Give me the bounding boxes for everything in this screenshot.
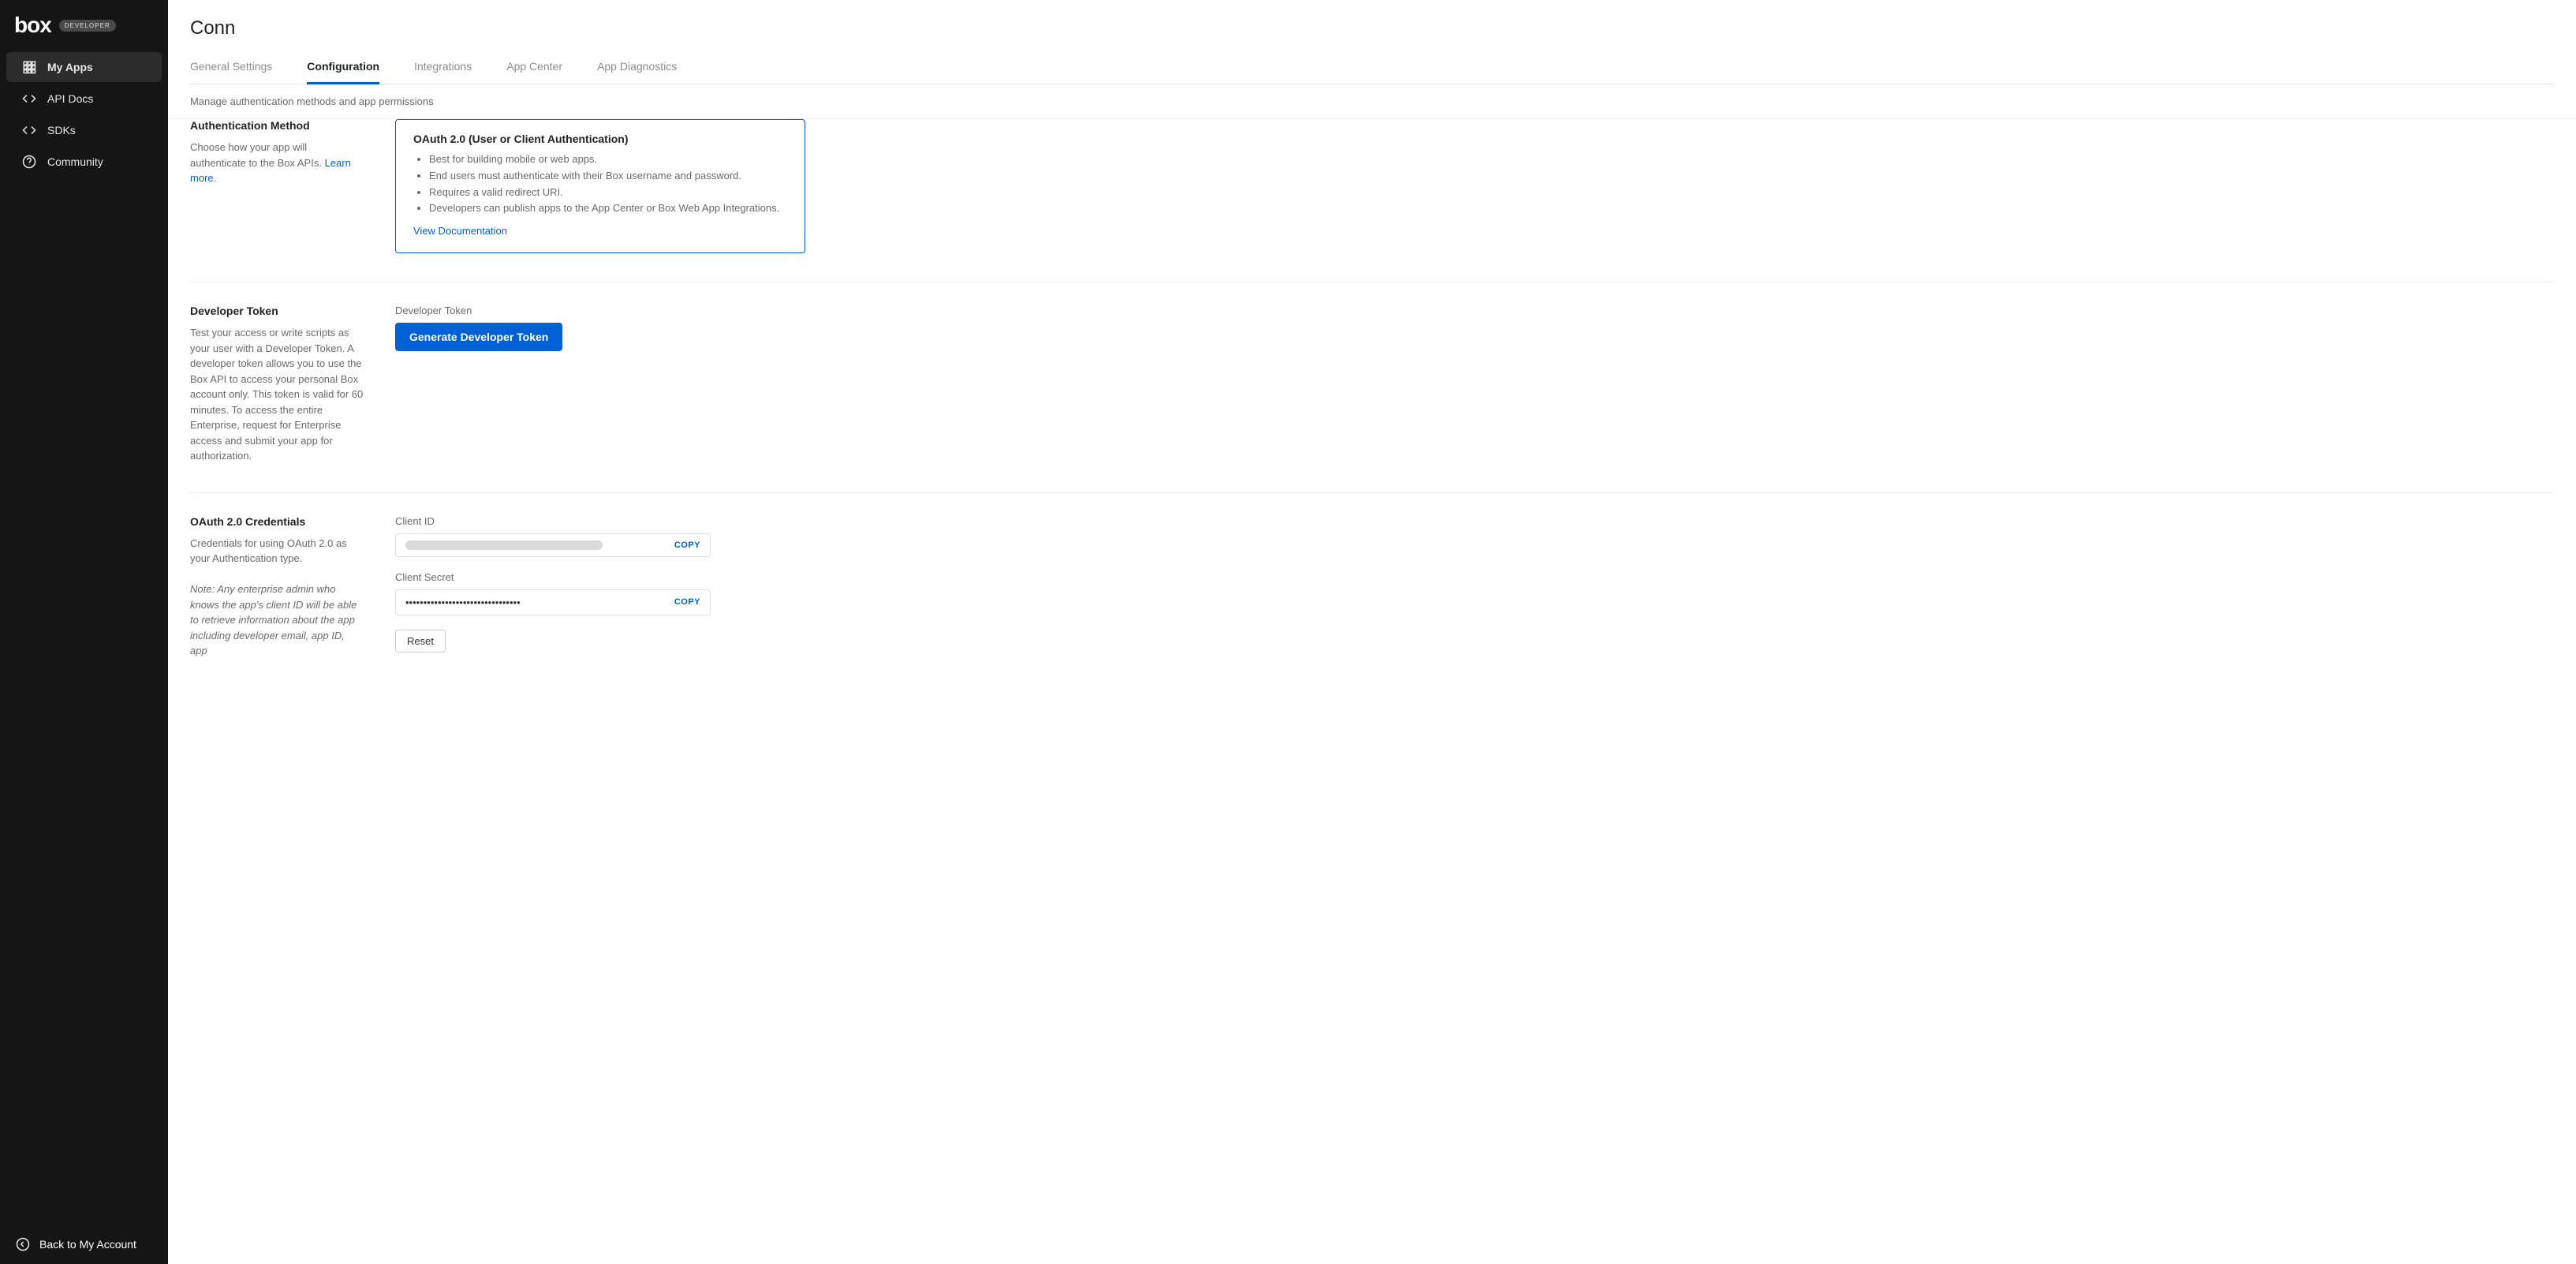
- config-content: Authentication Method Choose how your ap…: [168, 119, 2576, 741]
- main-content: Conn General Settings Configuration Inte…: [168, 0, 2576, 1264]
- creds-desc-text: Credentials for using OAuth 2.0 as your …: [190, 537, 347, 565]
- section-developer-token: Developer Token Test your access or writ…: [190, 305, 2554, 493]
- section-auth-method: Authentication Method Choose how your ap…: [190, 119, 2554, 282]
- sidebar-nav: My Apps API Docs SDKs Community: [0, 44, 168, 185]
- sidebar-item-community[interactable]: Community: [6, 147, 162, 177]
- tab-app-diagnostics[interactable]: App Diagnostics: [597, 54, 677, 84]
- auth-side-desc: Choose how your app will authenticate to…: [190, 140, 364, 186]
- generate-developer-token-button[interactable]: Generate Developer Token: [395, 323, 562, 351]
- client-id-field: Client ID COPY: [395, 515, 805, 557]
- reset-credentials-button[interactable]: Reset: [395, 630, 446, 653]
- oauth-bullet-list: Best for building mobile or web apps. En…: [413, 151, 787, 217]
- sidebar-brand: box DEVELOPER: [0, 0, 168, 44]
- creds-side-title: OAuth 2.0 Credentials: [190, 515, 364, 528]
- back-arrow-icon: [16, 1237, 30, 1251]
- client-id-box: COPY: [395, 533, 711, 557]
- copy-client-id-button[interactable]: COPY: [665, 540, 700, 550]
- developer-badge: DEVELOPER: [59, 20, 116, 32]
- tab-general-settings[interactable]: General Settings: [190, 54, 272, 84]
- oauth-bullet: Developers can publish apps to the App C…: [429, 200, 787, 217]
- client-secret-value: ••••••••••••••••••••••••••••••••: [405, 596, 521, 608]
- config-subheader: Manage authentication methods and app pe…: [168, 84, 2576, 119]
- creds-side-desc: Credentials for using OAuth 2.0 as your …: [190, 536, 364, 659]
- tab-configuration[interactable]: Configuration: [307, 54, 379, 84]
- creds-note: Note: Any enterprise admin who knows the…: [190, 583, 357, 656]
- sidebar-item-label: Community: [47, 155, 103, 168]
- token-side-desc: Test your access or write scripts as you…: [190, 325, 364, 464]
- help-icon: [22, 155, 36, 169]
- brand-logo: box: [14, 14, 51, 36]
- sidebar-item-label: SDKs: [47, 124, 76, 136]
- view-documentation-link[interactable]: View Documentation: [413, 225, 507, 237]
- token-side-title: Developer Token: [190, 305, 364, 317]
- copy-client-secret-button[interactable]: COPY: [665, 597, 700, 607]
- client-secret-box: •••••••••••••••••••••••••••••••• COPY: [395, 589, 711, 615]
- oauth-bullet: Requires a valid redirect URI.: [429, 185, 787, 201]
- sidebar-item-api-docs[interactable]: API Docs: [6, 84, 162, 114]
- tabs: General Settings Configuration Integrati…: [190, 54, 2554, 84]
- tab-app-center[interactable]: App Center: [506, 54, 562, 84]
- back-label: Back to My Account: [39, 1238, 136, 1251]
- client-id-redacted: [405, 540, 603, 550]
- oauth-card[interactable]: OAuth 2.0 (User or Client Authentication…: [395, 119, 805, 253]
- oauth-card-title: OAuth 2.0 (User or Client Authentication…: [413, 133, 787, 145]
- sidebar-item-label: API Docs: [47, 92, 93, 105]
- oauth-bullet: End users must authenticate with their B…: [429, 168, 787, 185]
- code-icon: [22, 92, 36, 106]
- section-oauth-credentials: OAuth 2.0 Credentials Credentials for us…: [190, 515, 2554, 687]
- auth-desc-text: Choose how your app will authenticate to…: [190, 141, 325, 169]
- auth-side-title: Authentication Method: [190, 119, 364, 132]
- page-title: Conn: [190, 17, 2554, 39]
- code-icon: [22, 123, 36, 137]
- grid-icon: [22, 60, 36, 74]
- sidebar-item-my-apps[interactable]: My Apps: [6, 52, 162, 82]
- sidebar-item-label: My Apps: [47, 61, 93, 73]
- sidebar: box DEVELOPER My Apps API Docs SDKs Com: [0, 0, 168, 1264]
- token-field-label: Developer Token: [395, 305, 805, 316]
- page-header: Conn General Settings Configuration Inte…: [168, 0, 2576, 84]
- client-secret-label: Client Secret: [395, 571, 805, 583]
- oauth-bullet: Best for building mobile or web apps.: [429, 151, 787, 168]
- client-id-label: Client ID: [395, 515, 805, 527]
- sidebar-item-sdks[interactable]: SDKs: [6, 115, 162, 145]
- client-secret-field: Client Secret ••••••••••••••••••••••••••…: [395, 571, 805, 615]
- tab-integrations[interactable]: Integrations: [414, 54, 472, 84]
- back-to-account[interactable]: Back to My Account: [0, 1225, 168, 1264]
